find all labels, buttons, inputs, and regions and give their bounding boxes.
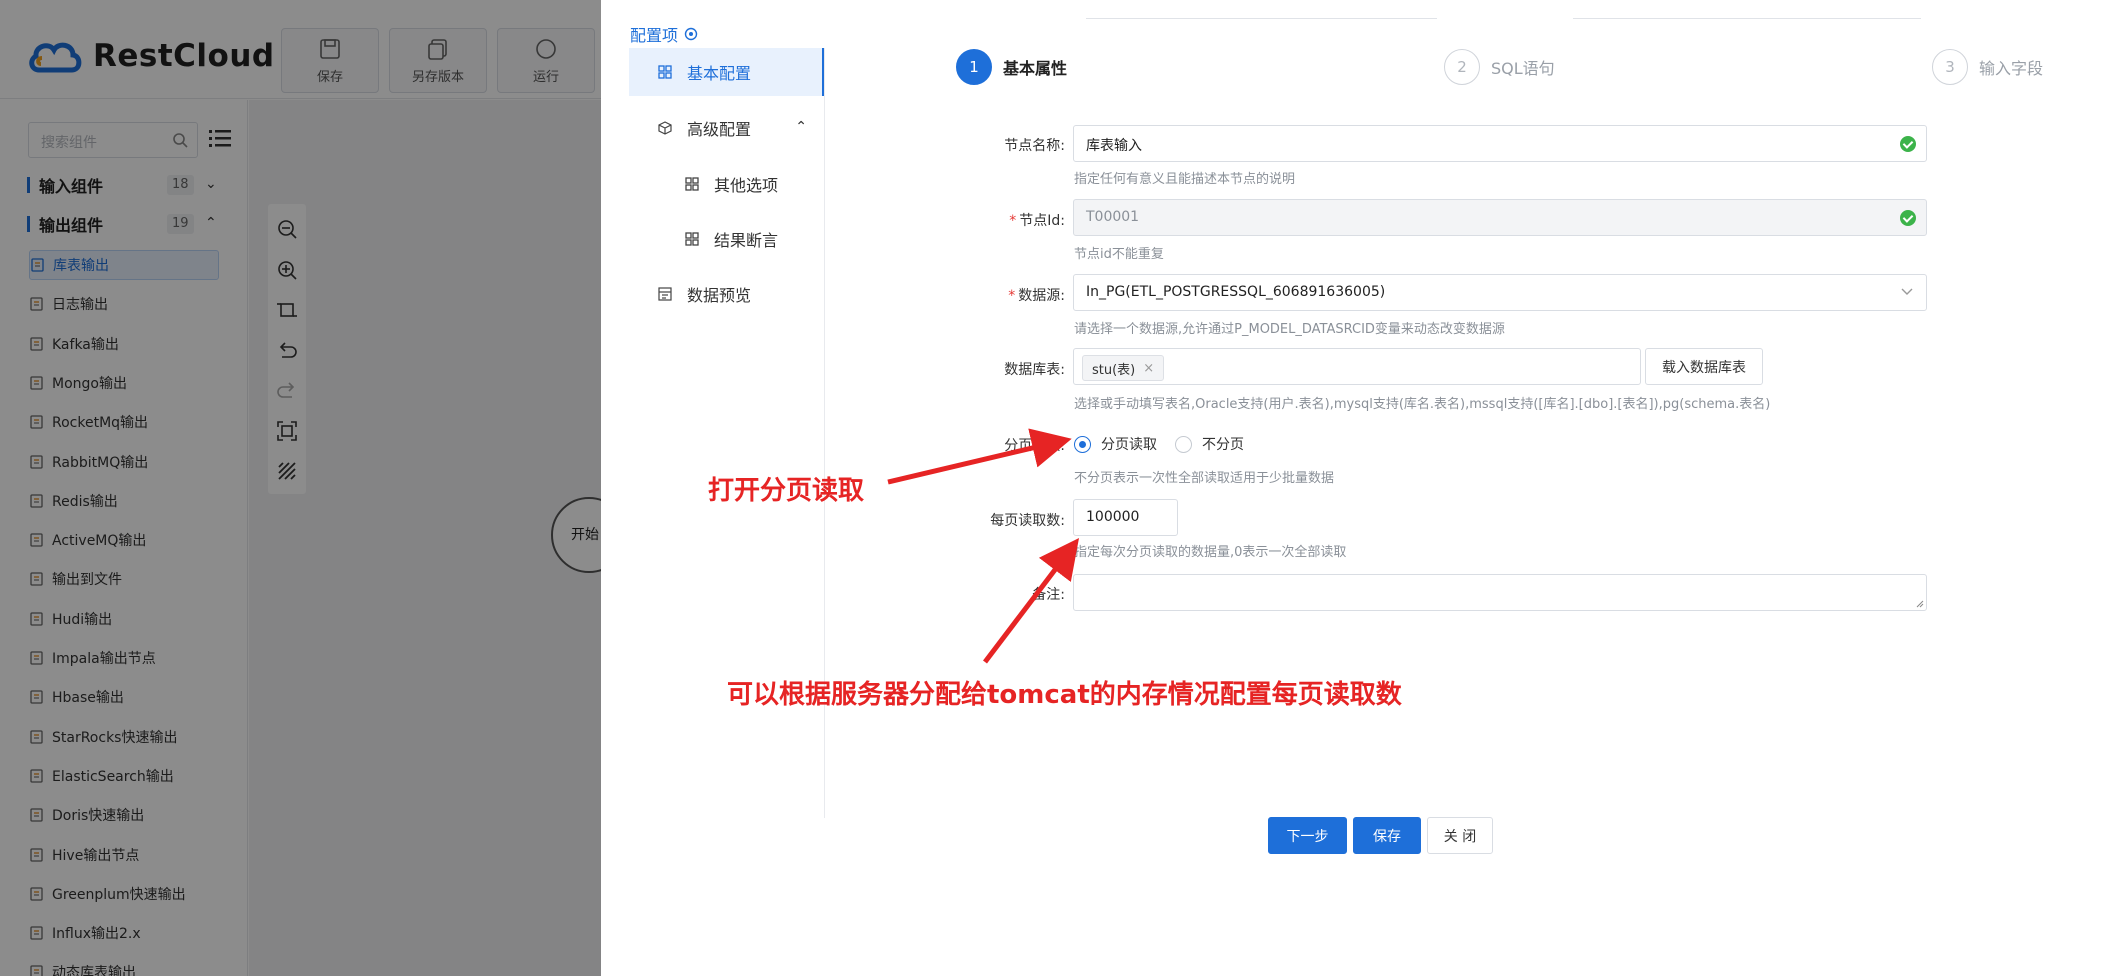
node-id-value: T00001 bbox=[1086, 209, 1140, 225]
menu-item-label: 基本配置 bbox=[687, 64, 752, 83]
chevron-up-icon: ⌃ bbox=[795, 119, 807, 135]
modal-overlay[interactable] bbox=[0, 0, 601, 976]
grid-icon bbox=[685, 232, 699, 246]
load-tables-button[interactable]: 载入数据库表 bbox=[1645, 348, 1763, 385]
menu-item-label: 其他选项 bbox=[714, 176, 779, 195]
radio-label: 分页读取 bbox=[1101, 437, 1157, 453]
paging-help: 不分页表示一次性全部读取适用于少批量数据 bbox=[1074, 471, 1335, 486]
menu-item-advanced-config[interactable]: 高级配置 ⌃ bbox=[629, 104, 825, 152]
step-sql-statement[interactable]: 2 SQL语句 bbox=[1444, 49, 1555, 85]
step-connector bbox=[1573, 18, 1921, 19]
node-id-input[interactable]: T00001 bbox=[1073, 199, 1927, 236]
node-name-help: 指定任何有意义且能描述本节点的说明 bbox=[1074, 172, 1296, 187]
chevron-down-icon bbox=[1901, 288, 1913, 295]
radio-label: 不分页 bbox=[1202, 437, 1244, 453]
config-title-text: 配置项 bbox=[630, 26, 679, 45]
step-connector bbox=[1086, 18, 1437, 19]
paging-radio-on[interactable]: 分页读取 bbox=[1074, 434, 1157, 454]
save-button[interactable]: 保存 bbox=[1353, 817, 1421, 854]
data-preview-icon bbox=[658, 287, 672, 301]
menu-item-basic-config[interactable]: 基本配置 bbox=[629, 48, 825, 96]
node-name-label: 节点名称: bbox=[1004, 138, 1065, 154]
step-input-fields[interactable]: 3 输入字段 bbox=[1932, 49, 2043, 85]
node-id-help: 节点id不能重复 bbox=[1074, 247, 1164, 262]
menu-item-data-preview[interactable]: 数据预览 bbox=[629, 270, 825, 318]
check-circle-icon bbox=[1900, 210, 1916, 226]
paging-radio-off[interactable]: 不分页 bbox=[1175, 434, 1244, 454]
step-number: 3 bbox=[1932, 49, 1968, 85]
annotation-memory-tip: 可以根据服务器分配给tomcat的内存情况配置每页读取数 bbox=[727, 680, 1402, 710]
remark-textarea[interactable] bbox=[1073, 574, 1927, 611]
page-size-help: 指定每次分页读取的数据量,0表示一次全部读取 bbox=[1074, 545, 1347, 560]
datasource-value: In_PG(ETL_POSTGRESSQL_606891636005) bbox=[1086, 284, 1386, 300]
step-number: 1 bbox=[956, 49, 992, 85]
paging-label: 分页读取: bbox=[1004, 438, 1065, 454]
menu-item-label: 高级配置 bbox=[687, 120, 752, 139]
menu-item-label: 数据预览 bbox=[687, 286, 752, 305]
radio-dot bbox=[1074, 435, 1091, 453]
step-title: 输入字段 bbox=[1979, 59, 2044, 78]
config-title: 配置项 bbox=[630, 22, 698, 46]
target-icon bbox=[684, 27, 698, 41]
menu-item-result-assert[interactable]: 结果断言 bbox=[629, 215, 825, 263]
table-tag[interactable]: stu(表) × bbox=[1082, 355, 1165, 381]
node-name-input[interactable]: 库表输入 bbox=[1073, 125, 1927, 162]
menu-item-label: 结果断言 bbox=[714, 231, 779, 250]
table-tag-label: stu(表) bbox=[1092, 362, 1136, 378]
table-label: 数据库表: bbox=[1004, 362, 1065, 378]
page-size-input[interactable]: 100000 bbox=[1073, 499, 1178, 536]
radio-dot bbox=[1175, 435, 1192, 453]
remark-label: 备注: bbox=[1032, 587, 1065, 603]
datasource-label: * 数据源: bbox=[1008, 288, 1065, 304]
table-help: 选择或手动填写表名,Oracle支持(用户.表名),mysql支持(库名.表名)… bbox=[1074, 397, 1771, 412]
app-background: RestCloud 保存 另存版本 运行 搜索组件 输入组件 18 ⌄ 输出组件… bbox=[0, 0, 627, 976]
close-button[interactable]: 关 闭 bbox=[1427, 817, 1493, 854]
node-name-value: 库表输入 bbox=[1086, 138, 1142, 154]
table-select[interactable]: stu(表) × bbox=[1073, 348, 1641, 385]
page-size-label: 每页读取数: bbox=[990, 513, 1065, 529]
close-icon[interactable]: × bbox=[1143, 361, 1154, 376]
node-id-label: * 节点Id: bbox=[1009, 213, 1065, 229]
next-step-button[interactable]: 下一步 bbox=[1268, 817, 1347, 854]
datasource-select[interactable]: In_PG(ETL_POSTGRESSQL_606891636005) bbox=[1073, 274, 1927, 311]
check-circle-icon bbox=[1900, 136, 1916, 152]
datasource-help: 请选择一个数据源,允许通过P_MODEL_DATASRCID变量来动态改变数据源 bbox=[1074, 322, 1505, 337]
step-basic-properties[interactable]: 1 基本属性 bbox=[956, 49, 1067, 85]
grid-icon bbox=[685, 177, 699, 191]
annotation-open-paging: 打开分页读取 bbox=[708, 476, 865, 506]
cube-icon bbox=[658, 121, 672, 135]
step-title: SQL语句 bbox=[1491, 59, 1555, 78]
step-title: 基本属性 bbox=[1003, 59, 1068, 78]
step-number: 2 bbox=[1444, 49, 1480, 85]
menu-item-other-options[interactable]: 其他选项 bbox=[629, 160, 825, 208]
grid-icon bbox=[658, 65, 672, 79]
page-size-value: 100000 bbox=[1086, 509, 1140, 525]
resize-handle-icon[interactable] bbox=[1916, 600, 1924, 608]
